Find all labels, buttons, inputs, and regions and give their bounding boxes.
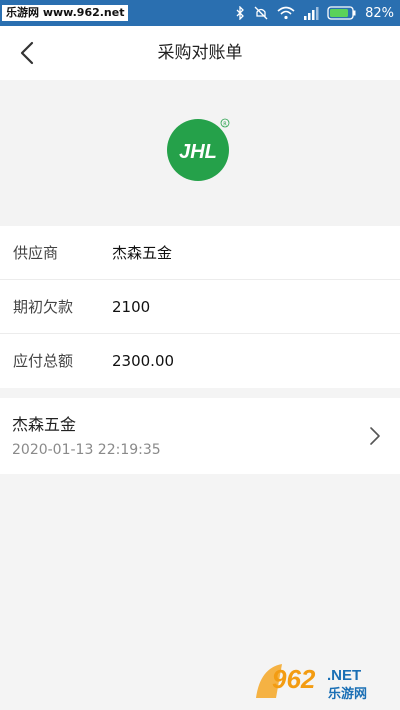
svg-text:乐游网: 乐游网	[328, 686, 367, 702]
signal-icon	[304, 7, 319, 20]
logo-area: JHL R	[0, 80, 400, 226]
svg-text:JHL: JHL	[179, 141, 217, 163]
page-title: 采购对账单	[157, 43, 243, 63]
info-list: 供应商 杰森五金 期初欠款 2100 应付总额 2300.00	[0, 226, 400, 388]
wifi-icon	[277, 6, 295, 20]
nav-bar: 采购对账单	[0, 26, 400, 80]
status-bar: 乐游网 www.962.net 82%	[0, 0, 400, 26]
record-time: 2020-01-13 22:19:35	[12, 442, 161, 458]
mute-icon	[254, 6, 268, 20]
record-name: 杰森五金	[12, 415, 77, 434]
svg-text:962: 962	[272, 664, 316, 694]
info-row-total-payable: 应付总额 2300.00	[0, 334, 400, 388]
site-label: 乐游网 www.962.net	[2, 5, 129, 21]
svg-text:R: R	[223, 122, 227, 128]
battery-percent: 82%	[365, 5, 394, 21]
jhl-logo: JHL R	[167, 118, 230, 181]
info-value: 2100	[112, 298, 151, 316]
watermark-logo: 962 .NET 乐游网	[256, 664, 367, 702]
info-value: 2300.00	[112, 352, 175, 370]
info-row-supplier: 供应商 杰森五金	[0, 226, 400, 280]
info-label: 供应商	[13, 244, 59, 262]
info-label: 应付总额	[13, 352, 74, 370]
record-list-item[interactable]: 杰森五金 2020-01-13 22:19:35	[0, 398, 400, 474]
info-value: 杰森五金	[112, 244, 173, 262]
info-label: 期初欠款	[13, 298, 74, 316]
info-row-opening-debt: 期初欠款 2100	[0, 280, 400, 334]
svg-text:.NET: .NET	[327, 667, 361, 684]
bluetooth-icon	[236, 6, 245, 20]
chevron-right-icon	[370, 427, 380, 445]
battery-icon	[327, 6, 356, 20]
